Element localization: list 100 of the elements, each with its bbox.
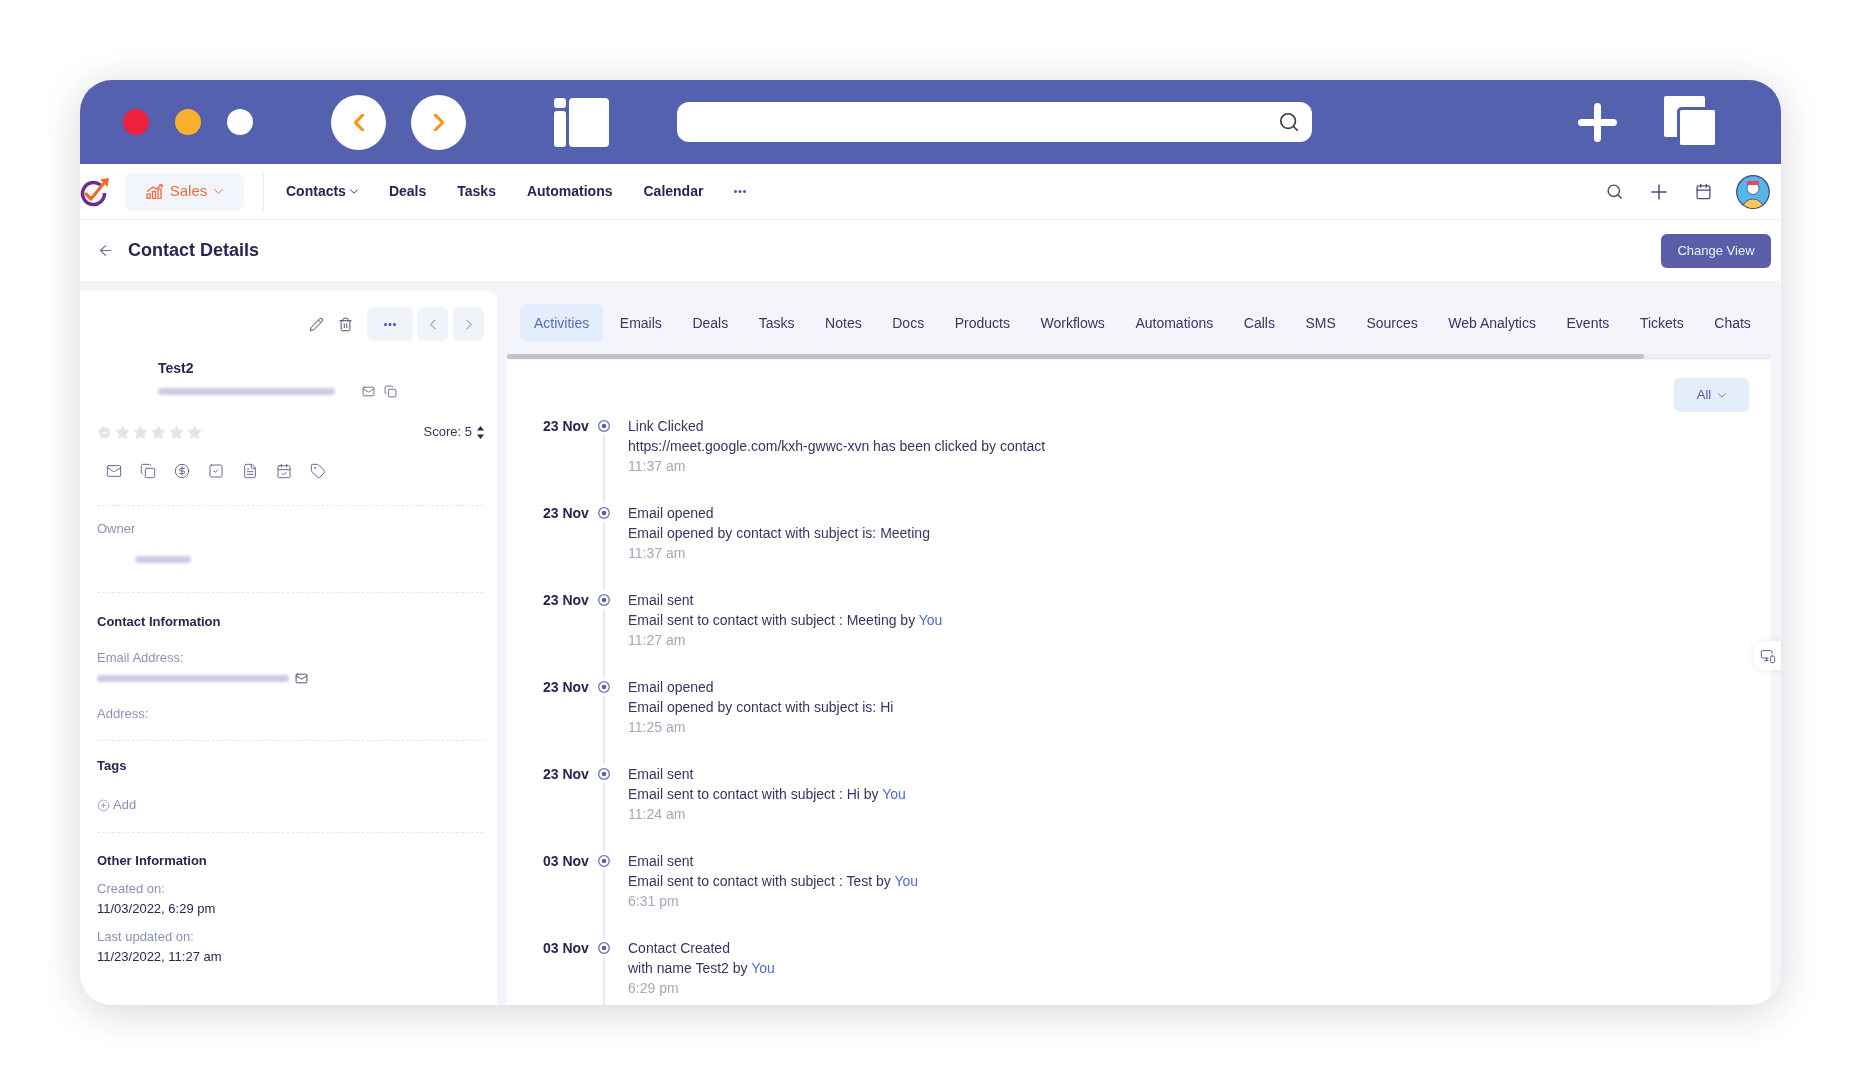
tab[interactable]: Notes — [811, 304, 876, 342]
activity-description: Email opened by contact with subject is: Hi — [628, 698, 894, 717]
tab[interactable]: SMS — [1291, 304, 1350, 342]
timeline-dot-icon — [598, 681, 610, 693]
activity-description: Email sent to contact with subject : Hi by You — [628, 785, 906, 804]
tag-icon[interactable] — [310, 463, 326, 479]
nav-link[interactable]: Automations — [526, 181, 613, 202]
section-heading: Tags — [97, 757, 127, 775]
star-icon[interactable] — [115, 424, 130, 440]
forward-button[interactable] — [411, 94, 466, 150]
star-rating[interactable] — [115, 424, 202, 440]
nav-link[interactable]: Contacts — [286, 181, 358, 202]
chevron-left-icon — [429, 318, 436, 330]
avatar-icon[interactable] — [1736, 174, 1770, 209]
search-icon[interactable] — [1278, 111, 1300, 133]
field-value: 11/03/2022, 6:29 pm — [97, 900, 216, 918]
activity-time: 11:24 am — [628, 805, 686, 824]
checkbox-icon[interactable] — [208, 463, 224, 479]
star-icon[interactable] — [133, 424, 148, 440]
copy-icon[interactable] — [384, 384, 397, 398]
field-label: Address: — [97, 705, 149, 723]
timeline-dot-icon — [598, 855, 610, 867]
activity-time: 11:27 am — [628, 631, 686, 650]
section-heading: Contact Information — [97, 613, 221, 631]
filter-dropdown[interactable]: All — [1674, 378, 1749, 412]
sidebar-icon[interactable] — [554, 97, 609, 147]
chart-icon — [145, 184, 163, 199]
tab[interactable]: Calls — [1229, 304, 1289, 342]
activity-description: https://meet.google.com/kxh-gwwc-xvn has been clicked by contact — [628, 437, 1046, 456]
activity-title: Email opened — [628, 678, 714, 697]
tab[interactable]: Docs — [878, 304, 939, 342]
field-label: Created on: — [97, 880, 165, 898]
app-logo-icon[interactable] — [80, 176, 110, 207]
star-icon[interactable] — [169, 424, 184, 440]
tab[interactable]: Emails — [605, 304, 676, 342]
actor-link[interactable]: You — [894, 873, 919, 889]
change-view-button[interactable]: Change View — [1661, 233, 1771, 268]
copy-icon[interactable] — [1664, 96, 1718, 148]
copy-icon[interactable] — [140, 463, 156, 479]
field-label: Email Address: — [97, 649, 184, 667]
actor-link[interactable]: You — [918, 612, 943, 628]
chevron-down-icon — [214, 189, 224, 194]
activity-description: Email sent to contact with subject : Test by You — [628, 872, 919, 891]
activity-title: Email sent — [628, 765, 694, 784]
activity-title: Email sent — [628, 591, 694, 610]
mail-icon[interactable] — [362, 384, 375, 398]
activity-date: 23 Nov — [543, 504, 590, 523]
search-icon[interactable] — [1606, 183, 1623, 200]
activity-time: 6:29 pm — [628, 979, 679, 998]
activity-description: Email opened by contact with subject is: Meeting — [628, 524, 930, 543]
activity-time: 11:37 am — [628, 457, 686, 476]
activity-time: 11:25 am — [628, 718, 686, 737]
timeline-dot-icon — [598, 507, 610, 519]
mail-icon[interactable] — [106, 463, 122, 479]
section-heading: Other Information — [97, 852, 207, 870]
actor-link[interactable]: You — [882, 786, 906, 802]
nav-link[interactable]: Deals — [388, 181, 427, 202]
activity-title: Email opened — [628, 504, 714, 523]
devices-icon — [1759, 647, 1776, 664]
calendar-icon[interactable] — [1695, 183, 1712, 200]
tab[interactable]: Automations — [1121, 304, 1228, 342]
star-icon[interactable] — [187, 424, 202, 440]
nav-link[interactable]: Calendar — [643, 181, 704, 202]
activity-description: with name Test2 by You — [628, 959, 775, 978]
score-label: Score: 5 — [423, 423, 472, 442]
back-button[interactable] — [331, 94, 386, 150]
tab[interactable]: Activities — [520, 304, 604, 342]
blurred-text — [135, 555, 191, 563]
mail-icon[interactable] — [295, 671, 308, 685]
actor-link[interactable]: You — [751, 960, 775, 976]
field-value: 11/23/2022, 11:27 am — [97, 948, 222, 966]
device-preview-button[interactable] — [1754, 641, 1781, 670]
sort-arrows-icon[interactable] — [477, 425, 484, 439]
tab[interactable]: Chats — [1700, 304, 1765, 342]
activity-date: 23 Nov — [543, 678, 590, 697]
tab[interactable]: Products — [940, 304, 1024, 342]
delete-icon[interactable] — [338, 316, 353, 332]
chevron-right-icon — [433, 113, 444, 131]
tab[interactable]: Tickets — [1625, 304, 1698, 342]
tab[interactable]: Deals — [678, 304, 743, 342]
calendar-check-icon[interactable] — [276, 463, 292, 479]
page-title: Contact Details — [128, 239, 260, 262]
chevron-left-icon — [353, 113, 364, 131]
edit-icon[interactable] — [309, 316, 324, 332]
more-icon — [384, 322, 396, 326]
tab[interactable]: Events — [1552, 304, 1624, 342]
activity-date: 03 Nov — [543, 939, 590, 958]
star-icon[interactable] — [151, 424, 166, 440]
timeline-dot-icon — [598, 420, 610, 432]
field-label: Owner — [97, 520, 136, 538]
plus-icon[interactable] — [1651, 183, 1667, 200]
tab[interactable]: Web Analytics — [1434, 304, 1550, 342]
activity-title: Contact Created — [628, 939, 730, 958]
tab[interactable]: Tasks — [744, 304, 809, 342]
dollar-icon[interactable] — [174, 463, 190, 479]
tab[interactable]: Workflows — [1026, 304, 1119, 342]
nav-link[interactable]: Tasks — [457, 181, 496, 202]
tab[interactable]: Sources — [1352, 304, 1432, 342]
document-icon[interactable] — [242, 463, 258, 479]
activity-date: 03 Nov — [543, 852, 590, 871]
